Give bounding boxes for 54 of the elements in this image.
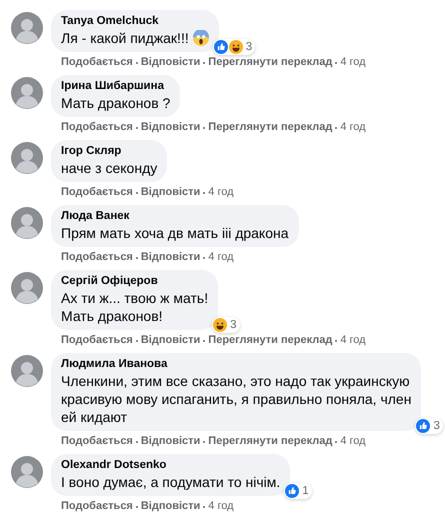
action-link[interactable]: Відповісти <box>140 121 200 134</box>
comment-text: Мать драконов ? <box>61 94 170 112</box>
comment-text: наче з секонду <box>61 159 158 177</box>
reaction-count: 3 <box>433 420 440 432</box>
action-link[interactable]: Відповісти <box>140 334 200 347</box>
author-name[interactable]: Olexandr Dotsenko <box>61 458 280 473</box>
action-link[interactable]: Переглянути переклад <box>208 334 332 347</box>
action-link[interactable]: Переглянути переклад <box>208 121 332 134</box>
avatar[interactable] <box>11 456 43 488</box>
avatar[interactable] <box>11 272 43 304</box>
avatar[interactable] <box>11 12 43 44</box>
action-link[interactable]: Відповісти <box>140 56 200 69</box>
reaction-count: 3 <box>230 319 237 331</box>
reactions-badge[interactable]: 3 <box>212 39 256 55</box>
avatar[interactable] <box>11 142 43 174</box>
reaction-count: 1 <box>302 485 309 497</box>
action-link[interactable]: Відповісти <box>140 435 200 448</box>
action-link[interactable]: Подобається <box>61 435 133 448</box>
action-link[interactable]: Подобається <box>61 186 133 199</box>
action-link[interactable]: Подобається <box>61 56 133 69</box>
comment-text: Членкини, этим все сказано, это надо так украинскую красивую мову испаганить, я правильно поняла, член ей кидают <box>61 372 412 426</box>
reactions-badge[interactable]: 3 <box>212 317 240 333</box>
timestamp-link[interactable]: 4 год <box>340 56 366 69</box>
comment-text: Ах ти ж... твою ж мать! Мать драконов! <box>61 289 208 325</box>
action-link[interactable]: Відповісти <box>140 186 200 199</box>
comment-text: Прям мать хоча дв мать ііі дракона <box>61 224 289 242</box>
action-link[interactable]: Подобається <box>61 251 133 264</box>
avatar[interactable] <box>11 207 43 239</box>
action-link[interactable]: Подобається <box>61 121 133 134</box>
comment-text: І воно думає, а подумати то нічім. <box>61 473 280 491</box>
author-name[interactable]: Ірина Шибаршина <box>61 79 170 94</box>
avatar[interactable] <box>11 77 43 109</box>
timestamp-link[interactable]: 4 год <box>208 500 234 513</box>
comment-text: Ля - какой пиджак!!! <box>61 29 189 47</box>
author-name[interactable]: Сергій Офіцеров <box>61 274 208 289</box>
action-link[interactable]: Подобається <box>61 334 133 347</box>
timestamp-link[interactable]: 4 год <box>340 435 366 448</box>
action-link[interactable]: Відповісти <box>140 500 200 513</box>
avatar[interactable] <box>11 355 43 387</box>
reaction-count: 3 <box>246 41 252 53</box>
action-link[interactable]: Переглянути переклад <box>208 435 332 448</box>
timestamp-link[interactable]: 4 год <box>208 186 234 199</box>
timestamp-link[interactable]: 4 год <box>340 334 366 347</box>
reactions-badge[interactable]: 3 <box>415 418 443 434</box>
author-name[interactable]: Люда Ванек <box>61 209 289 224</box>
timestamp-link[interactable]: 4 год <box>208 251 234 264</box>
author-name[interactable]: Ігор Скляр <box>61 144 158 159</box>
author-name[interactable]: Людмила Иванова <box>61 357 412 372</box>
action-link[interactable]: Подобається <box>61 500 133 513</box>
timestamp-link[interactable]: 4 год <box>340 121 366 134</box>
action-link[interactable]: Переглянути переклад <box>208 56 332 69</box>
author-name[interactable]: Tanya Omelchuck <box>61 14 209 29</box>
action-link[interactable]: Відповісти <box>140 251 200 264</box>
reactions-badge[interactable]: 1 <box>284 483 312 499</box>
